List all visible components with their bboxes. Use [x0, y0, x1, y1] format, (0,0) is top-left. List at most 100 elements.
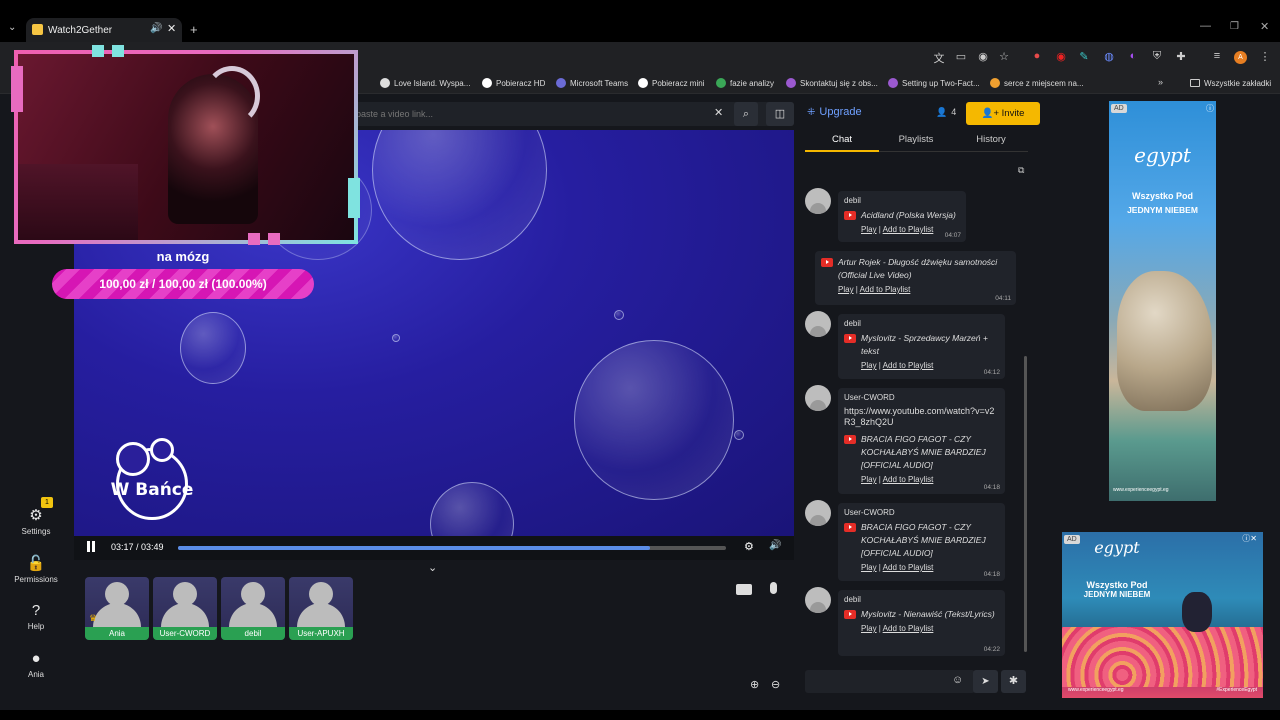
extensions-puzzle-icon[interactable]: ✚ — [1174, 50, 1188, 63]
avatar[interactable] — [805, 311, 831, 337]
add-to-playlist-link[interactable]: Add to Playlist — [883, 361, 934, 370]
play-link[interactable]: Play — [861, 475, 877, 484]
profile-avatar[interactable]: A — [1234, 51, 1247, 64]
bookmark-item[interactable]: serce z miejscem na... — [990, 72, 1084, 94]
sidebar-item-user[interactable]: ● Ania — [10, 650, 62, 679]
extension-globe-icon[interactable]: ◍ — [1102, 50, 1116, 63]
add-to-playlist-link[interactable]: Add to Playlist — [860, 285, 911, 294]
bookmark-item[interactable]: fazie analizy — [716, 72, 774, 94]
play-link[interactable]: Play — [861, 624, 877, 633]
bookmark-item[interactable]: Pobieracz HD — [482, 72, 545, 94]
extension-red-icon[interactable]: ● — [1030, 50, 1044, 62]
upgrade-button[interactable]: ⁜ Upgrade — [807, 106, 862, 118]
user-tile[interactable]: User-APUXH — [289, 577, 353, 640]
tab-playlists[interactable]: Playlists — [879, 134, 953, 152]
add-to-playlist-link[interactable]: Add to Playlist — [883, 563, 934, 572]
ad-info-icon[interactable]: ⓘ✕ — [1242, 533, 1257, 544]
play-link[interactable]: Play — [838, 285, 854, 294]
sidebar-item-help[interactable]: ? Help — [10, 602, 62, 631]
invite-button[interactable]: 👤+ Invite — [966, 102, 1040, 125]
tab-active-indicator — [805, 150, 879, 152]
chat-input[interactable]: ☺ — [805, 670, 975, 693]
chat-scrollbar[interactable] — [1024, 356, 1027, 652]
message-time: 04:07 — [944, 232, 961, 239]
add-to-playlist-link[interactable]: Add to Playlist — [883, 475, 934, 484]
star-icon[interactable]: ☆ — [997, 50, 1011, 63]
minimize-icon[interactable]: — — [1200, 20, 1211, 32]
new-tab-icon[interactable]: + — [190, 22, 198, 37]
close-tab-icon[interactable]: ✕ — [167, 22, 176, 35]
user-count[interactable]: 👤 4 — [936, 107, 956, 118]
browser-tab[interactable]: Watch2Gether 🔊 ✕ — [26, 18, 182, 42]
translate-icon[interactable]: 文 — [932, 50, 946, 66]
sidebar-item-permissions[interactable]: 🔓 Permissions — [10, 554, 62, 584]
ad-banner[interactable]: AD ⓘ✕ egypt Wszystko Pod JEDNYM NIEBEM w… — [1062, 532, 1263, 698]
reactions-button[interactable]: ✱ — [1001, 670, 1026, 693]
user-tile[interactable]: User-CWORD — [153, 577, 217, 640]
bubble-decoration — [614, 310, 624, 320]
ad-skyscraper[interactable]: AD ⓘ egypt Wszystko Pod JEDNYM NIEBEM ww… — [1109, 101, 1216, 501]
play-link[interactable]: Play — [861, 225, 877, 234]
bookmark-item[interactable]: Skontaktuj się z obs... — [786, 72, 878, 94]
extension-purple-icon[interactable]: ◐ — [1126, 50, 1140, 62]
webcam-frame-accent — [248, 233, 260, 245]
user-name: User-APUXH — [289, 627, 353, 640]
copy-icon[interactable]: ⧉ — [1018, 165, 1024, 176]
expand-chevron-icon[interactable]: ⌄ — [428, 561, 437, 574]
chat-message: debil Myslovitz - Nienawiść (Tekst/Lyrics… — [838, 590, 1005, 656]
webcam-overlay — [14, 50, 358, 244]
extension-teal-icon[interactable]: ✎ — [1077, 50, 1091, 63]
bookmark-item[interactable]: Setting up Two-Fact... — [888, 72, 980, 94]
microphone-icon[interactable] — [770, 582, 777, 594]
tab-list-chevron-icon[interactable]: ⌄ — [8, 22, 16, 33]
close-window-icon[interactable]: ✕ — [1260, 20, 1269, 33]
song-title: Acidland (Polska Wersja) — [861, 210, 956, 220]
cast-icon[interactable]: ▭ — [954, 50, 968, 63]
user-tile[interactable]: debil — [221, 577, 285, 640]
video-link-input[interactable] — [356, 105, 706, 123]
zoom-in-icon[interactable]: ⊕ — [750, 678, 759, 691]
avatar[interactable] — [805, 500, 831, 526]
ad-info-icon[interactable]: ⓘ — [1206, 103, 1214, 114]
maximize-icon[interactable]: ❐ — [1230, 21, 1239, 32]
pause-button[interactable] — [86, 541, 96, 552]
ad-tagline-1: Wszystko Pod — [1086, 580, 1148, 590]
message-author: User-CWORD — [844, 508, 895, 517]
avatar[interactable] — [805, 385, 831, 411]
user-tile[interactable]: ♛ Ania — [85, 577, 149, 640]
extension-rec-icon[interactable]: ◉ — [1054, 50, 1068, 63]
speaker-icon[interactable]: 🔊 — [150, 23, 162, 34]
bubble-decoration — [180, 312, 246, 384]
add-to-playlist-link[interactable]: Add to Playlist — [883, 225, 934, 234]
player-settings-icon[interactable]: ⚙ — [744, 540, 754, 553]
emoji-icon[interactable]: ☺ — [952, 674, 963, 686]
extension-shield-icon[interactable]: ⛨ — [1150, 50, 1164, 63]
message-link[interactable]: https://www.youtube.com/watch?v=v2R3_8zh… — [844, 406, 999, 428]
all-bookmarks-folder[interactable]: Wszystkie zakładki — [1190, 72, 1271, 94]
send-button[interactable]: ➤ — [973, 670, 998, 693]
sidebar-item-settings[interactable]: ⚙ Settings 1 — [10, 497, 62, 536]
search-button[interactable]: ⌕ — [734, 102, 758, 126]
play-link[interactable]: Play — [861, 563, 877, 572]
eye-off-icon[interactable]: ◉ — [976, 50, 990, 63]
volume-icon[interactable]: 🔊 — [769, 540, 781, 551]
tab-history[interactable]: History — [954, 134, 1028, 152]
clear-input-icon[interactable]: ✕ — [714, 106, 723, 119]
add-to-playlist-link[interactable]: Add to Playlist — [883, 624, 934, 633]
sidebar-permissions-label: Permissions — [14, 575, 58, 584]
bookmarks-overflow-icon[interactable]: » — [1158, 77, 1163, 87]
song-title: Artur Rojek - Długość dźwięku samotności… — [838, 257, 998, 280]
avatar[interactable] — [805, 587, 831, 613]
bookmark-item[interactable]: Pobieracz mini — [638, 72, 704, 94]
sidebar-user-label: Ania — [27, 670, 44, 679]
play-link[interactable]: Play — [861, 361, 877, 370]
bookmark-item[interactable]: Love Island. Wyspa... — [380, 72, 470, 94]
camera-icon[interactable] — [736, 584, 752, 595]
reading-list-icon[interactable]: ≡ — [1210, 50, 1224, 62]
seek-bar[interactable] — [178, 546, 726, 550]
avatar[interactable] — [805, 188, 831, 214]
bookmark-item[interactable]: Microsoft Teams — [556, 72, 628, 94]
zoom-out-icon[interactable]: ⊖ — [771, 678, 780, 691]
layout-toggle-button[interactable]: ◫ — [766, 102, 794, 126]
menu-kebab-icon[interactable]: ⋮ — [1258, 50, 1272, 63]
